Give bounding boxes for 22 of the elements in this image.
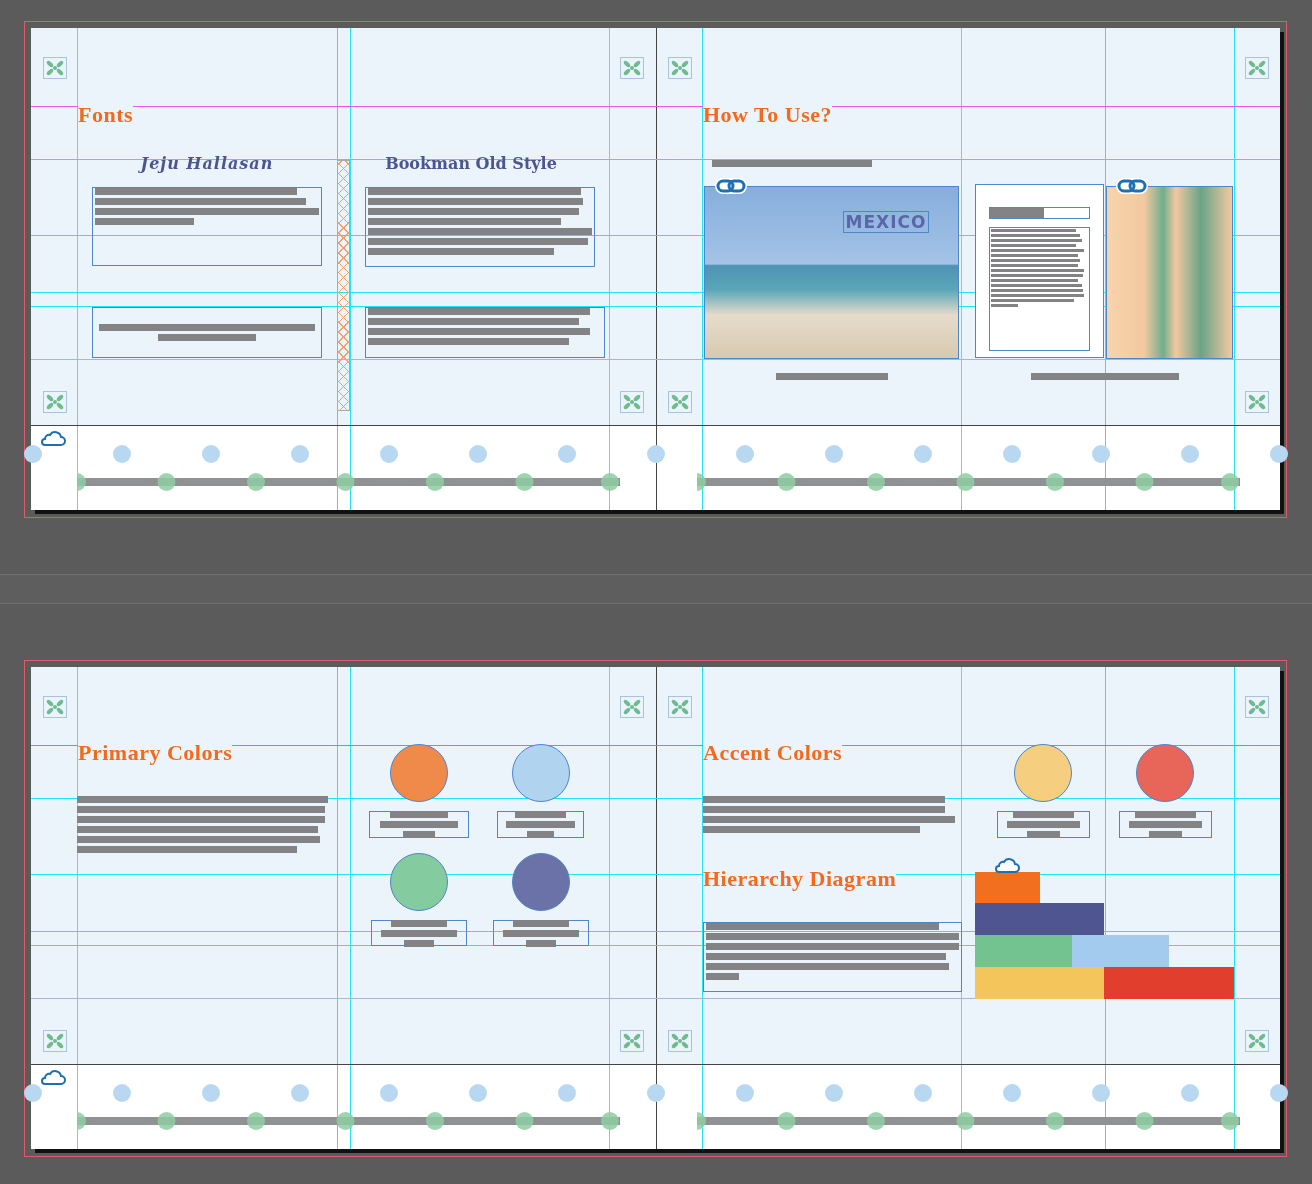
leaf-pattern-icon [1245,57,1269,79]
leaf-pattern-icon [620,57,644,79]
leaf-pattern-icon [43,57,67,79]
leaf-pattern-icon [620,391,644,413]
leaf-pattern-icon [620,1030,644,1052]
leaf-pattern-icon [668,57,692,79]
leaf-pattern-icon [1245,391,1269,413]
leaf-pattern-icon [668,391,692,413]
cloud-icon [40,1069,68,1087]
font-sample-title: Bookman Old Style [384,154,558,173]
leaf-pattern-icon [43,696,67,718]
leaf-pattern-icon [43,391,67,413]
leaf-pattern-icon [668,1030,692,1052]
leaf-pattern-icon [668,696,692,718]
leaf-pattern-icon [1245,696,1269,718]
leaf-pattern-icon [620,696,644,718]
cloud-icon [40,430,68,448]
font-sample-title: Jeju Hallasan [137,154,275,173]
photo-caption: MEXICO [843,211,929,233]
leaf-pattern-icon [1245,1030,1269,1052]
leaf-pattern-icon [43,1030,67,1052]
cloud-icon [994,857,1022,875]
